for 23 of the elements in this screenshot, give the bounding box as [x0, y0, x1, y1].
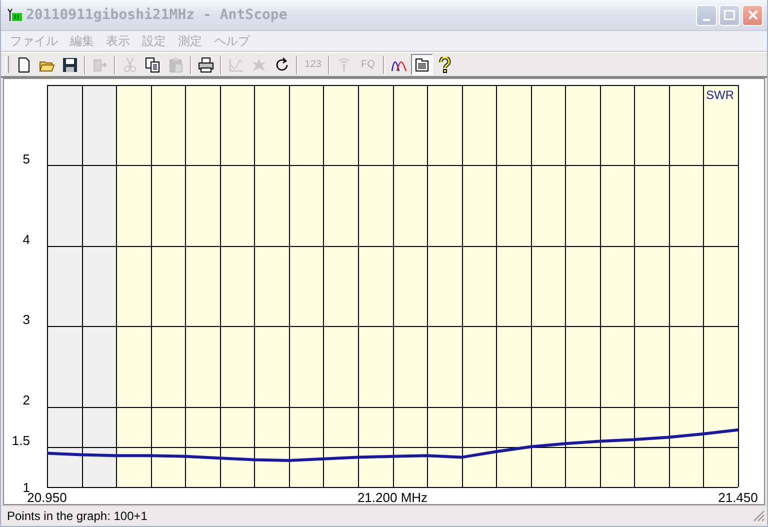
antenna-icon	[7, 8, 23, 22]
axis-tick-label: 21.450	[718, 490, 758, 504]
resize-grip-icon	[753, 510, 765, 522]
axis-tick-label: 3	[22, 312, 30, 328]
menu-item[interactable]: ヘルプ	[208, 32, 256, 50]
maximize-icon	[724, 10, 735, 20]
list-icon[interactable]	[411, 54, 433, 75]
close-button[interactable]	[742, 4, 763, 26]
menu-item[interactable]: 設定	[136, 32, 172, 50]
axis-tick-label: 5	[22, 151, 30, 166]
axis-tick-label: 4	[22, 232, 30, 247]
axis-tick-label: 21.200 MHz	[357, 490, 428, 504]
menu-item[interactable]: 表示	[100, 32, 136, 50]
minimize-icon	[703, 18, 710, 20]
menu-item[interactable]: 測定	[172, 32, 208, 50]
axis-tick-label: 1.5	[12, 432, 30, 448]
menu-item[interactable]: ファイル	[4, 32, 64, 50]
window-title: 20110911giboshi21MHz - AntScope	[26, 7, 288, 23]
status-text: Points in the graph: 100+1	[7, 509, 148, 523]
series-label: SWR	[706, 88, 734, 102]
axis-tick-label: 2	[22, 392, 30, 408]
menu-item[interactable]: 編集	[64, 32, 100, 50]
close-icon	[748, 10, 758, 20]
